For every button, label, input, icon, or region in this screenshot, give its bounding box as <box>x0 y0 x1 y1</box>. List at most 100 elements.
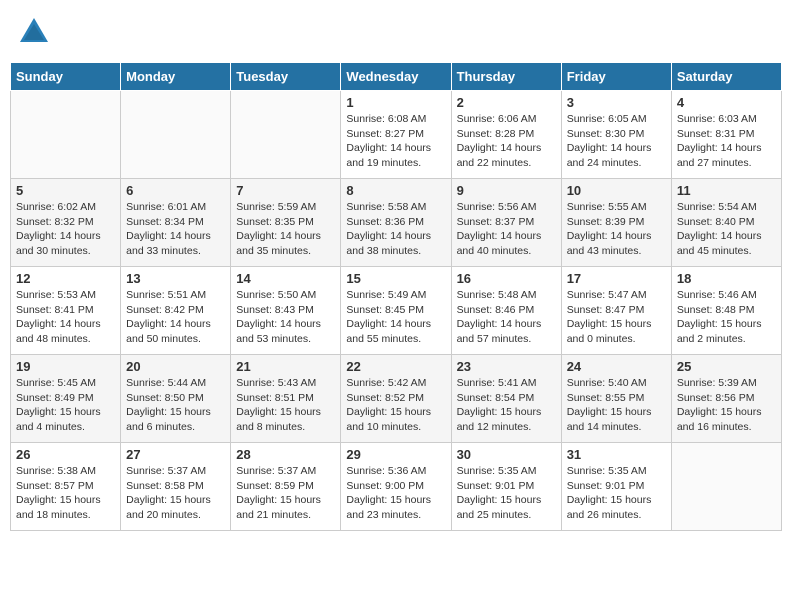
calendar-cell: 14 Sunrise: 5:50 AM Sunset: 8:43 PM Dayli… <box>231 267 341 355</box>
day-number: 25 <box>677 359 776 374</box>
calendar-cell: 17 Sunrise: 5:47 AM Sunset: 8:47 PM Dayli… <box>561 267 671 355</box>
day-number: 18 <box>677 271 776 286</box>
logo <box>16 14 56 50</box>
day-info: Sunrise: 5:59 AM Sunset: 8:35 PM Dayligh… <box>236 200 335 259</box>
day-number: 4 <box>677 95 776 110</box>
day-number: 15 <box>346 271 445 286</box>
calendar-cell: 10 Sunrise: 5:55 AM Sunset: 8:39 PM Dayli… <box>561 179 671 267</box>
day-number: 14 <box>236 271 335 286</box>
day-info: Sunrise: 5:48 AM Sunset: 8:46 PM Dayligh… <box>457 288 556 347</box>
day-number: 1 <box>346 95 445 110</box>
day-info: Sunrise: 5:46 AM Sunset: 8:48 PM Dayligh… <box>677 288 776 347</box>
day-number: 27 <box>126 447 225 462</box>
day-number: 8 <box>346 183 445 198</box>
calendar-cell <box>671 443 781 531</box>
calendar-cell: 28Sunrise: 5:37 AM Sunset: 8:59 PM Dayli… <box>231 443 341 531</box>
calendar-cell: 23Sunrise: 5:41 AM Sunset: 8:54 PM Dayli… <box>451 355 561 443</box>
calendar-week-3: 12Sunrise: 5:53 AM Sunset: 8:41 PM Dayli… <box>11 267 782 355</box>
calendar-week-4: 19 Sunrise: 5:45 AM Sunset: 8:49 PM Dayli… <box>11 355 782 443</box>
day-number: 12 <box>16 271 115 286</box>
header-day-tuesday: Tuesday <box>231 63 341 91</box>
calendar-cell: 11 Sunrise: 5:54 AM Sunset: 8:40 PM Dayli… <box>671 179 781 267</box>
day-number: 21 <box>236 359 335 374</box>
calendar-header: SundayMondayTuesdayWednesdayThursdayFrid… <box>11 63 782 91</box>
calendar-cell: 27 Sunrise: 5:37 AM Sunset: 8:58 PM Dayli… <box>121 443 231 531</box>
calendar-cell <box>11 91 121 179</box>
day-info: Sunrise: 5:54 AM Sunset: 8:40 PM Dayligh… <box>677 200 776 259</box>
day-number: 6 <box>126 183 225 198</box>
day-info: Sunrise: 5:35 AM Sunset: 9:01 PM Dayligh… <box>457 464 556 523</box>
calendar-cell <box>231 91 341 179</box>
day-number: 30 <box>457 447 556 462</box>
day-info: Sunrise: 5:45 AM Sunset: 8:49 PM Dayligh… <box>16 376 115 435</box>
calendar-week-5: 26 Sunrise: 5:38 AM Sunset: 8:57 PM Dayli… <box>11 443 782 531</box>
day-info: Sunrise: 5:56 AM Sunset: 8:37 PM Dayligh… <box>457 200 556 259</box>
calendar-cell: 8 Sunrise: 5:58 AM Sunset: 8:36 PM Daylig… <box>341 179 451 267</box>
day-info: Sunrise: 5:49 AM Sunset: 8:45 PM Dayligh… <box>346 288 445 347</box>
day-info: Sunrise: 5:43 AM Sunset: 8:51 PM Dayligh… <box>236 376 335 435</box>
header-day-wednesday: Wednesday <box>341 63 451 91</box>
day-number: 20 <box>126 359 225 374</box>
logo-icon <box>16 14 52 50</box>
day-info: Sunrise: 6:05 AM Sunset: 8:30 PM Dayligh… <box>567 112 666 171</box>
calendar-cell: 3Sunrise: 6:05 AM Sunset: 8:30 PM Daylig… <box>561 91 671 179</box>
calendar-cell: 30 Sunrise: 5:35 AM Sunset: 9:01 PM Dayli… <box>451 443 561 531</box>
day-info: Sunrise: 5:36 AM Sunset: 9:00 PM Dayligh… <box>346 464 445 523</box>
calendar-cell: 20 Sunrise: 5:44 AM Sunset: 8:50 PM Dayli… <box>121 355 231 443</box>
day-number: 31 <box>567 447 666 462</box>
calendar-cell: 26 Sunrise: 5:38 AM Sunset: 8:57 PM Dayli… <box>11 443 121 531</box>
day-number: 9 <box>457 183 556 198</box>
calendar-cell: 9 Sunrise: 5:56 AM Sunset: 8:37 PM Daylig… <box>451 179 561 267</box>
day-number: 13 <box>126 271 225 286</box>
calendar-week-1: 1 Sunrise: 6:08 AM Sunset: 8:27 PM Daylig… <box>11 91 782 179</box>
calendar-cell: 5 Sunrise: 6:02 AM Sunset: 8:32 PM Daylig… <box>11 179 121 267</box>
day-info: Sunrise: 5:38 AM Sunset: 8:57 PM Dayligh… <box>16 464 115 523</box>
day-number: 28 <box>236 447 335 462</box>
day-info: Sunrise: 5:51 AM Sunset: 8:42 PM Dayligh… <box>126 288 225 347</box>
day-number: 16 <box>457 271 556 286</box>
calendar-cell: 22Sunrise: 5:42 AM Sunset: 8:52 PM Dayli… <box>341 355 451 443</box>
day-info: Sunrise: 6:08 AM Sunset: 8:27 PM Dayligh… <box>346 112 445 171</box>
day-info: Sunrise: 5:47 AM Sunset: 8:47 PM Dayligh… <box>567 288 666 347</box>
calendar-cell: 29 Sunrise: 5:36 AM Sunset: 9:00 PM Dayli… <box>341 443 451 531</box>
day-number: 11 <box>677 183 776 198</box>
calendar-cell: 25Sunrise: 5:39 AM Sunset: 8:56 PM Dayli… <box>671 355 781 443</box>
calendar-cell: 19 Sunrise: 5:45 AM Sunset: 8:49 PM Dayli… <box>11 355 121 443</box>
day-info: Sunrise: 5:44 AM Sunset: 8:50 PM Dayligh… <box>126 376 225 435</box>
day-info: Sunrise: 6:06 AM Sunset: 8:28 PM Dayligh… <box>457 112 556 171</box>
calendar-cell: 18 Sunrise: 5:46 AM Sunset: 8:48 PM Dayli… <box>671 267 781 355</box>
calendar-cell: 31Sunrise: 5:35 AM Sunset: 9:01 PM Dayli… <box>561 443 671 531</box>
day-number: 29 <box>346 447 445 462</box>
calendar-cell: 24Sunrise: 5:40 AM Sunset: 8:55 PM Dayli… <box>561 355 671 443</box>
calendar-cell <box>121 91 231 179</box>
calendar-cell: 16 Sunrise: 5:48 AM Sunset: 8:46 PM Dayli… <box>451 267 561 355</box>
calendar-body: 1 Sunrise: 6:08 AM Sunset: 8:27 PM Daylig… <box>11 91 782 531</box>
day-number: 26 <box>16 447 115 462</box>
day-number: 2 <box>457 95 556 110</box>
day-number: 5 <box>16 183 115 198</box>
calendar-cell: 13 Sunrise: 5:51 AM Sunset: 8:42 PM Dayli… <box>121 267 231 355</box>
calendar-cell: 6 Sunrise: 6:01 AM Sunset: 8:34 PM Daylig… <box>121 179 231 267</box>
day-info: Sunrise: 5:55 AM Sunset: 8:39 PM Dayligh… <box>567 200 666 259</box>
day-number: 7 <box>236 183 335 198</box>
day-info: Sunrise: 5:58 AM Sunset: 8:36 PM Dayligh… <box>346 200 445 259</box>
header-day-friday: Friday <box>561 63 671 91</box>
day-info: Sunrise: 5:50 AM Sunset: 8:43 PM Dayligh… <box>236 288 335 347</box>
page-header <box>10 10 782 54</box>
header-day-sunday: Sunday <box>11 63 121 91</box>
day-info: Sunrise: 5:37 AM Sunset: 8:58 PM Dayligh… <box>126 464 225 523</box>
day-info: Sunrise: 6:01 AM Sunset: 8:34 PM Dayligh… <box>126 200 225 259</box>
header-day-saturday: Saturday <box>671 63 781 91</box>
header-day-thursday: Thursday <box>451 63 561 91</box>
calendar-cell: 12Sunrise: 5:53 AM Sunset: 8:41 PM Dayli… <box>11 267 121 355</box>
day-info: Sunrise: 5:42 AM Sunset: 8:52 PM Dayligh… <box>346 376 445 435</box>
day-info: Sunrise: 6:02 AM Sunset: 8:32 PM Dayligh… <box>16 200 115 259</box>
calendar-cell: 7 Sunrise: 5:59 AM Sunset: 8:35 PM Daylig… <box>231 179 341 267</box>
day-number: 17 <box>567 271 666 286</box>
day-info: Sunrise: 5:41 AM Sunset: 8:54 PM Dayligh… <box>457 376 556 435</box>
day-number: 24 <box>567 359 666 374</box>
day-number: 10 <box>567 183 666 198</box>
day-number: 19 <box>16 359 115 374</box>
calendar-cell: 15 Sunrise: 5:49 AM Sunset: 8:45 PM Dayli… <box>341 267 451 355</box>
calendar-cell: 4Sunrise: 6:03 AM Sunset: 8:31 PM Daylig… <box>671 91 781 179</box>
